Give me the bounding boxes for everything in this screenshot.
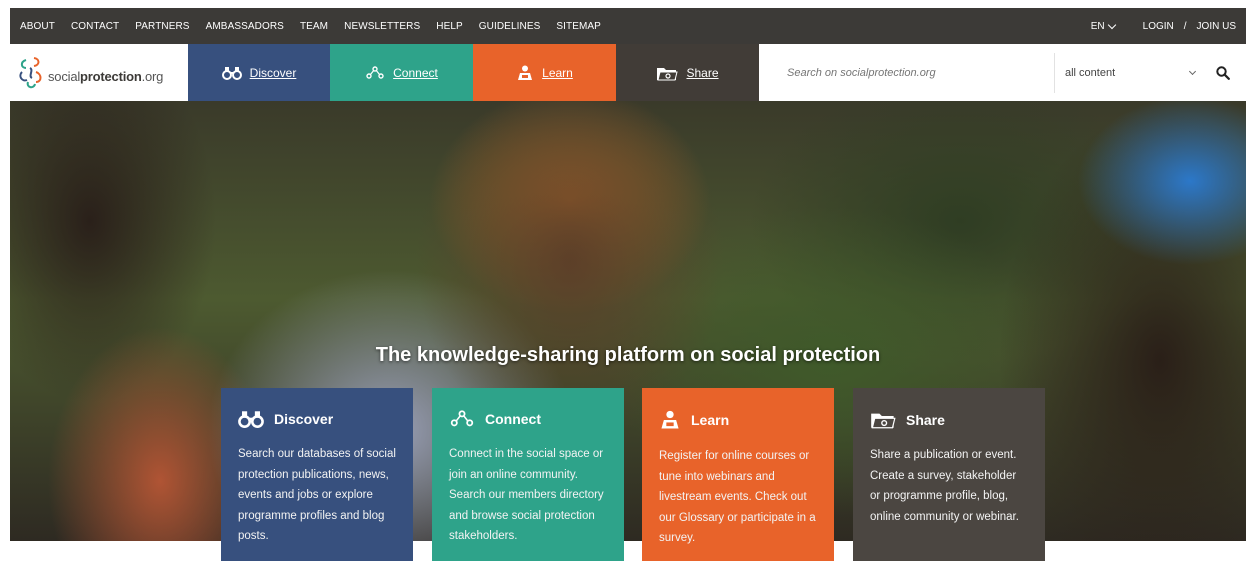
folder-icon	[871, 413, 896, 429]
main-nav: socialprotection.org Discover Connect Le…	[10, 44, 1246, 101]
top-nav-contact[interactable]: CONTACT	[71, 21, 119, 32]
search-icon	[1216, 65, 1230, 80]
site-logo[interactable]: socialprotection.org	[10, 44, 188, 101]
logo-icon	[19, 56, 42, 88]
network-icon	[366, 65, 384, 79]
card-description: Share a publication or event. Create a s…	[870, 449, 1019, 523]
nav-tab-learn[interactable]: Learn	[473, 44, 616, 101]
card-description: Register for online courses or tune into…	[659, 450, 816, 544]
network-icon	[450, 410, 474, 427]
nav-tab-share[interactable]: Share	[616, 44, 759, 101]
chevron-down-icon	[1188, 67, 1197, 75]
top-nav-ambassadors[interactable]: AMBASSADORS	[206, 21, 284, 32]
feature-card-learn[interactable]: Learn Register for online courses or tun…	[642, 388, 834, 561]
top-nav-about[interactable]: ABOUT	[20, 21, 55, 32]
separator: /	[1183, 20, 1187, 32]
binoculars-icon	[221, 66, 242, 80]
nav-tab-connect[interactable]: Connect	[330, 44, 473, 101]
content-filter-select[interactable]: all content	[1055, 67, 1205, 79]
folder-icon	[657, 67, 679, 80]
feature-card-share[interactable]: Share Share a publication or event. Crea…	[853, 388, 1045, 561]
hero-title: The knowledge-sharing platform on social…	[375, 344, 881, 366]
top-utility-bar: ABOUT CONTACT PARTNERS AMBASSADORS TEAM …	[10, 8, 1246, 44]
join-us-link[interactable]: JOIN US	[1197, 21, 1236, 32]
learner-icon	[518, 65, 533, 80]
top-nav-guidelines[interactable]: GUIDELINES	[479, 21, 541, 32]
card-title: Share	[906, 411, 945, 428]
language-selector[interactable]: EN	[1090, 20, 1116, 32]
search-button[interactable]	[1205, 65, 1241, 80]
top-nav-partners[interactable]: PARTNERS	[135, 21, 189, 32]
chevron-down-icon	[1107, 20, 1116, 29]
nav-tab-discover[interactable]: Discover	[188, 44, 330, 101]
card-title: Connect	[485, 411, 541, 427]
card-description: Search our databases of social protectio…	[238, 448, 396, 542]
top-nav-newsletters[interactable]: NEWSLETTERS	[344, 21, 420, 32]
card-title: Discover	[274, 411, 334, 427]
content-filter-value: all content	[1065, 66, 1116, 79]
search-input[interactable]	[759, 44, 1054, 101]
card-description: Connect in the social space or join an o…	[449, 448, 604, 542]
learner-icon	[661, 410, 679, 429]
logo-text: socialprotection.org	[48, 69, 164, 84]
top-nav-team[interactable]: TEAM	[300, 21, 328, 32]
hero-banner: The knowledge-sharing platform on social…	[10, 101, 1246, 541]
nav-tab-label: Learn	[542, 65, 573, 80]
top-nav: ABOUT CONTACT PARTNERS AMBASSADORS TEAM …	[20, 21, 617, 32]
search-area: all content	[759, 44, 1246, 101]
feature-card-connect[interactable]: Connect Connect in the social space or j…	[432, 388, 624, 561]
nav-tab-label: Connect	[393, 65, 438, 80]
feature-card-discover[interactable]: Discover Search our databases of social …	[221, 388, 413, 561]
binoculars-icon	[238, 411, 264, 428]
card-title: Learn	[691, 412, 730, 428]
account-links: EN LOGIN / JOIN US	[1090, 20, 1236, 32]
language-label: EN	[1090, 20, 1105, 32]
login-link[interactable]: LOGIN	[1143, 21, 1174, 32]
nav-tab-label: Share	[686, 65, 719, 80]
top-nav-help[interactable]: HELP	[436, 21, 463, 32]
nav-tab-label: Discover	[249, 65, 297, 80]
top-nav-sitemap[interactable]: SITEMAP	[556, 21, 601, 32]
